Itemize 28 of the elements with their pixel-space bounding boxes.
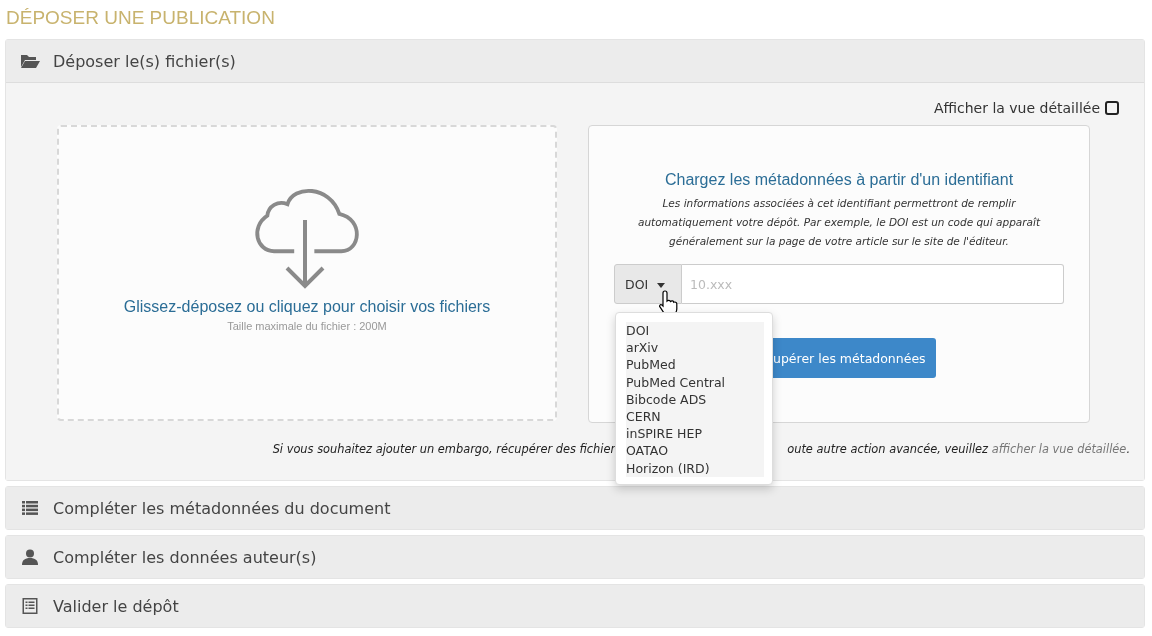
caret-icon (657, 282, 666, 288)
card-title: Chargez les métadonnées à partir d'un identifiant (664, 171, 1014, 189)
dropzone-title: Glissez-déposez ou cliquez pour choisir vos fichiers (123, 298, 491, 316)
detailed-view-checkbox[interactable] (1105, 101, 1119, 115)
dropdown-item[interactable]: Horizon (IRD) (626, 459, 764, 477)
page-title: DÉPOSER UNE PUBLICATION (5, 6, 276, 30)
section-header[interactable]: Compléter les métadonnées du document (6, 487, 1144, 529)
dropdown-item[interactable]: Bibcode ADS (626, 390, 764, 408)
detailed-view-link[interactable]: afficher la vue détaillée (991, 442, 1127, 456)
form-icon (20, 598, 40, 614)
max-size-text: Taille maximale du fichier : 200M (227, 320, 387, 332)
dropdown-item[interactable]: OATAO (626, 442, 764, 460)
identifier-input[interactable]: 10.xxx (682, 264, 1064, 304)
list-icon (20, 501, 40, 515)
section-header[interactable]: Compléter les données auteur(s) (6, 536, 1144, 578)
identifier-type-dropdown[interactable]: DOI (614, 264, 682, 304)
dropdown-item[interactable]: inSPIRE HEP (626, 425, 764, 443)
user-icon (20, 549, 40, 565)
section-header[interactable]: Valider le dépôt (6, 585, 1144, 627)
file-dropzone[interactable]: Glissez-déposez ou cliquez pour choisir vos fichiers Taille maximale du fichier : 200M (57, 125, 557, 421)
hint-text: Si vous souhaitez ajouter un embargo, récupérer des fichier (272, 442, 616, 456)
detailed-view-label: Afficher la vue détaillée (933, 100, 1100, 116)
hint-text: oute autre action avancée, veuillez afficher la vue détaillée. (787, 442, 1130, 456)
card-description: Les informations associées à cet identifiant permettront de remplir automatiquement votre dépôt. Par exemple, le DOI est un code qui apparaît généralement sur la page de votre article sur le site de l'éditeur. (637, 196, 1042, 249)
folder-icon (20, 53, 40, 69)
dropdown-item[interactable]: CERN (626, 408, 764, 426)
dropdown-item[interactable]: DOI (626, 322, 764, 340)
section-header[interactable]: Déposer le(s) fichier(s) (6, 40, 1144, 83)
